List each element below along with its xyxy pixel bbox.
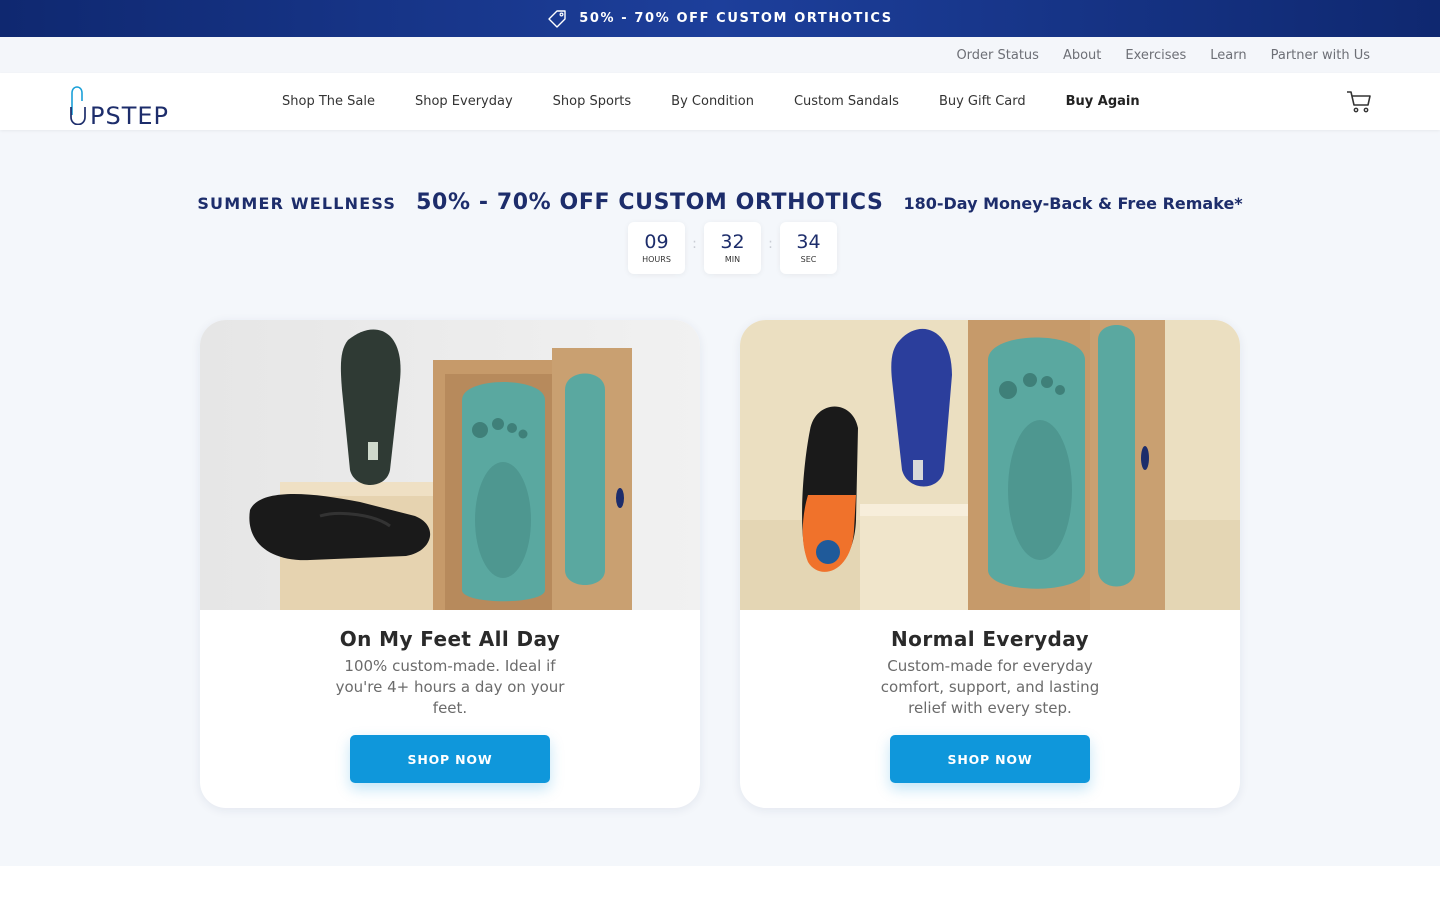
card-title: On My Feet All Day: [339, 627, 561, 651]
countdown-hours-value: 09: [644, 231, 669, 253]
card-title: Normal Everyday: [891, 627, 1089, 651]
countdown-separator: :: [768, 236, 773, 252]
countdown-minutes: 32 MIN: [704, 222, 761, 274]
utility-link-order-status[interactable]: Order Status: [956, 48, 1039, 63]
countdown-seconds-value: 34: [796, 231, 821, 253]
product-card-on-my-feet[interactable]: On My Feet All Day 100% custom-made. Ide…: [200, 320, 700, 808]
nav-shop-the-sale[interactable]: Shop The Sale: [282, 94, 375, 109]
countdown-separator: :: [692, 236, 697, 252]
nav-shop-sports[interactable]: Shop Sports: [553, 94, 632, 109]
product-card-normal-everyday[interactable]: Normal Everyday Custom-made for everyday…: [740, 320, 1240, 808]
product-image-on-my-feet[interactable]: [200, 320, 700, 610]
hero-headline: 50% - 70% OFF CUSTOM ORTHOTICS: [416, 190, 884, 215]
nav-custom-sandals[interactable]: Custom Sandals: [794, 94, 899, 109]
hero-label: SUMMER WELLNESS: [197, 194, 397, 213]
countdown-minutes-label: MIN: [724, 255, 741, 264]
countdown-minutes-value: 32: [720, 231, 745, 253]
countdown-hours: 09 HOURS: [628, 222, 685, 274]
hero-line: SUMMER WELLNESS 50% - 70% OFF CUSTOM ORT…: [0, 190, 1440, 215]
svg-text:PSTEP: PSTEP: [90, 102, 168, 125]
shop-now-button[interactable]: SHOP NOW: [350, 735, 550, 783]
countdown-seconds: 34 SEC: [780, 222, 837, 274]
tag-icon: [547, 9, 567, 29]
card-description: 100% custom-made. Ideal if you're 4+ hou…: [335, 657, 565, 717]
nav-shop-everyday[interactable]: Shop Everyday: [415, 94, 513, 109]
promo-text: 50% - 70% OFF CUSTOM ORTHOTICS: [579, 11, 893, 26]
product-image-normal-everyday[interactable]: [740, 320, 1240, 610]
main-nav: Shop The Sale Shop Everyday Shop Sports …: [262, 73, 1160, 130]
next-section: [0, 866, 1440, 900]
main-header: PSTEP Shop The Sale Shop Everyday Shop S…: [0, 73, 1440, 130]
nav-buy-gift-card[interactable]: Buy Gift Card: [939, 94, 1026, 109]
utility-link-partner[interactable]: Partner with Us: [1271, 48, 1370, 63]
utility-link-exercises[interactable]: Exercises: [1125, 48, 1186, 63]
hero-guarantee: 180-Day Money-Back & Free Remake*: [903, 194, 1243, 213]
card-description: Custom-made for everyday comfort, suppor…: [880, 657, 1100, 717]
countdown-hours-label: HOURS: [642, 255, 671, 264]
utility-link-about[interactable]: About: [1063, 48, 1101, 63]
upstep-logo[interactable]: PSTEP: [68, 79, 168, 130]
nav-by-condition[interactable]: By Condition: [671, 94, 754, 109]
nav-buy-again[interactable]: Buy Again: [1066, 94, 1140, 109]
shop-now-button[interactable]: SHOP NOW: [890, 735, 1090, 783]
utility-nav: Order Status About Exercises Learn Partn…: [0, 37, 1440, 73]
cart-icon[interactable]: [1346, 89, 1372, 115]
promo-bar[interactable]: 50% - 70% OFF CUSTOM ORTHOTICS: [0, 0, 1440, 37]
utility-link-learn[interactable]: Learn: [1210, 48, 1246, 63]
countdown-seconds-label: SEC: [800, 255, 817, 264]
countdown-timer: 09 HOURS : 32 MIN : 34 SEC: [628, 222, 837, 274]
